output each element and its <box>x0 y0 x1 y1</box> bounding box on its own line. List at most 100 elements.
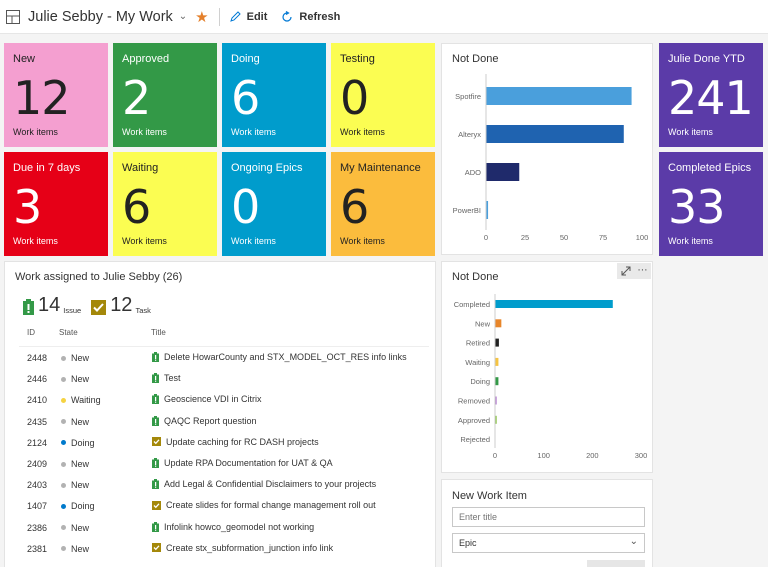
row-id: 2403 <box>27 480 48 491</box>
new-work-item-title: New Work Item <box>452 490 527 502</box>
x-tick-label: 25 <box>521 233 529 242</box>
row-title-link[interactable]: Add Legal & Confidential Disclaimers to … <box>152 479 377 490</box>
table-row[interactable]: 1407 Doing Create slides for formal change… <box>5 496 430 517</box>
category-label: Completed <box>454 300 490 309</box>
tile-label: Doing <box>231 53 260 65</box>
query-tile-doing[interactable]: Doing 6 Work items <box>222 43 326 147</box>
chevron-down-icon: ⌄ <box>629 536 638 547</box>
bar[interactable] <box>495 396 497 405</box>
column-header-state[interactable]: State <box>59 328 78 337</box>
tile-subtitle: Work items <box>668 236 713 246</box>
issue-icon <box>23 299 34 315</box>
row-state: New <box>61 353 89 363</box>
work-item-type-select[interactable]: Epic ⌄ <box>452 533 645 553</box>
query-tile-due-in-7-days[interactable]: Due in 7 days 3 Work items <box>4 152 108 256</box>
row-title: Add Legal & Confidential Disclaimers to … <box>164 479 377 490</box>
x-tick-label: 75 <box>599 233 607 242</box>
bar[interactable] <box>486 87 632 105</box>
tile-count: 3 <box>13 180 42 234</box>
row-title-link[interactable]: Create slides for formal change manageme… <box>152 500 376 510</box>
work-item-title-input[interactable] <box>452 507 645 527</box>
work-item-type-value: Epic <box>459 538 477 548</box>
table-row[interactable]: 2435 New QAQC Report question <box>5 412 430 433</box>
row-title: Create stx_subformation_junction info li… <box>166 542 334 553</box>
tile-count: 2 <box>122 71 151 125</box>
state-dot <box>61 546 66 552</box>
row-title: Infolink howco_geomodel not working <box>164 521 315 532</box>
create-button[interactable] <box>587 560 645 567</box>
query-tile-my-maintenance[interactable]: My Maintenance 6 Work items <box>331 152 435 256</box>
row-state: Doing <box>61 501 95 511</box>
tile-subtitle: Work items <box>340 236 385 246</box>
header-divider <box>19 346 429 347</box>
chevron-down-icon[interactable]: ⌄ <box>179 11 187 22</box>
column-header-title[interactable]: Title <box>151 328 166 337</box>
state-label: Doing <box>71 501 95 512</box>
work-assigned-panel: Work assigned to Julie Sebby (26) 14 Iss… <box>4 261 436 567</box>
query-tile-completed-epics[interactable]: Completed Epics 33 Work items <box>659 152 763 256</box>
category-label: Doing <box>470 377 490 386</box>
table-row[interactable]: 2381 New Create stx_subformation_junction … <box>5 539 430 560</box>
category-label: Removed <box>458 397 490 406</box>
bar[interactable] <box>486 163 520 181</box>
tile-label: Approved <box>122 53 170 65</box>
table-row[interactable]: 2386 New Infolink howco_geomodel not worki… <box>5 518 430 539</box>
query-tile-new[interactable]: New 12 Work items <box>4 43 108 147</box>
row-id: 2448 <box>27 353 48 363</box>
row-title-link[interactable]: Create stx_subformation_junction info li… <box>152 543 333 553</box>
not-done-bar-chart: Spotfire Alteryx ADO PowerBI 0 25 50 75 100 <box>453 74 648 242</box>
query-tile-approved[interactable]: Approved 2 Work items <box>113 43 217 147</box>
query-tile-waiting[interactable]: Waiting 6 Work items <box>113 152 217 256</box>
row-title-link[interactable]: Test <box>152 373 181 384</box>
bar[interactable] <box>495 357 499 366</box>
bar[interactable] <box>486 201 489 219</box>
row-id: 2446 <box>27 374 48 385</box>
row-title-link[interactable]: Update caching for RC DASH projects <box>152 437 319 447</box>
issue-icon <box>152 352 159 362</box>
bar[interactable] <box>495 415 497 424</box>
table-row[interactable]: 2410 Waiting Geoscience VDI in Citrix <box>5 390 430 411</box>
bar[interactable] <box>486 125 624 143</box>
table-row[interactable]: 2409 New Update RPA Documentation for UAT … <box>5 454 430 475</box>
state-dot <box>61 503 66 509</box>
query-tile-testing[interactable]: Testing 0 Work items <box>331 43 435 147</box>
row-title-link[interactable]: Delete HowarCounty and STX_MODEL_OCT_RES… <box>152 352 407 362</box>
state-label: New <box>71 543 90 554</box>
tile-label: Ongoing Epics <box>231 162 303 174</box>
state-label: New <box>71 416 90 427</box>
column-header-id[interactable]: ID <box>27 328 35 337</box>
row-title-link[interactable]: Geoscience VDI in Citrix <box>152 394 262 405</box>
x-tick-label: 200 <box>586 451 599 460</box>
table-row[interactable]: 2448 New Delete HowarCounty and STX_MODEL_… <box>5 348 430 369</box>
table-row[interactable]: 2403 New Add Legal & Confidential Disclaim… <box>5 475 430 496</box>
row-title-link[interactable]: QAQC Report question <box>152 415 257 426</box>
query-tile-ongoing-epics[interactable]: Ongoing Epics 0 Work items <box>222 152 326 256</box>
query-tile-julie-done-ytd[interactable]: Julie Done YTD 241 Work items <box>659 43 763 147</box>
task-icon <box>152 500 161 510</box>
x-tick-label: 0 <box>493 451 497 460</box>
category-label: New <box>475 319 491 328</box>
tile-count: 0 <box>231 180 260 234</box>
state-label: New <box>71 459 90 469</box>
row-id: 2386 <box>27 522 48 533</box>
state-dot <box>61 482 66 488</box>
table-row[interactable]: 2124 Doing Update caching for RC DASH proj… <box>5 433 430 454</box>
edit-button[interactable]: Edit <box>229 11 267 23</box>
row-title-link[interactable]: Update RPA Documentation for UAT & QA <box>152 458 333 468</box>
bar[interactable] <box>495 338 499 347</box>
bar[interactable] <box>495 300 613 308</box>
bar[interactable] <box>495 319 502 328</box>
state-label: New <box>71 522 90 533</box>
row-title-link[interactable]: Infolink howco_geomodel not working <box>152 521 315 532</box>
worklist-title: Work assigned to Julie Sebby (26) <box>15 271 183 283</box>
dashboard-title[interactable]: Julie Sebby - My Work <box>28 9 173 25</box>
row-id: 2410 <box>27 395 48 406</box>
star-icon[interactable]: ★ <box>195 8 208 26</box>
issue-icon <box>152 415 159 426</box>
refresh-button[interactable]: Refresh <box>281 10 340 23</box>
category-label: Waiting <box>465 358 490 367</box>
tile-count: 241 <box>668 71 754 125</box>
bar[interactable] <box>495 377 499 386</box>
tile-subtitle: Work items <box>13 127 58 137</box>
table-row[interactable]: 2446 New Test <box>5 369 430 390</box>
